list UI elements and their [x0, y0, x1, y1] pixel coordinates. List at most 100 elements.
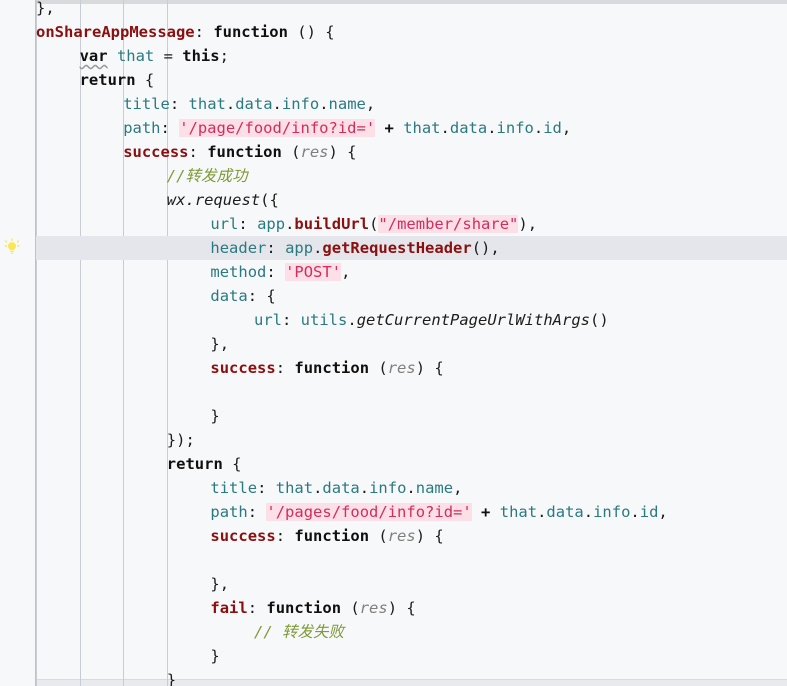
token-param: res — [387, 527, 416, 545]
token-ident: info — [496, 119, 534, 137]
code-line[interactable] — [0, 380, 787, 404]
token-param: res — [387, 359, 416, 377]
code-line[interactable]: } — [0, 404, 787, 428]
code-line[interactable]: method: 'POST', — [0, 260, 787, 284]
code-line[interactable]: return { — [0, 68, 787, 92]
code-line[interactable]: //转发成功 — [0, 164, 787, 188]
code-line[interactable]: fail: function (res) { — [0, 596, 787, 620]
token-ident: that — [499, 503, 538, 521]
token-punct: : — [238, 215, 258, 233]
token-ident: utils — [300, 311, 348, 329]
token-punct: . — [537, 503, 547, 521]
token-punct: : — [266, 239, 286, 257]
token-ident: app — [257, 215, 286, 233]
token-key: title — [123, 95, 170, 113]
token-fnitalic: wx — [166, 191, 186, 209]
token-punct: , — [365, 95, 376, 113]
token-punct: : — [247, 599, 267, 617]
code-editor[interactable]: }, onShareAppMessage: function () {var th… — [0, 0, 787, 686]
token-punct: = — [154, 47, 183, 65]
code-line[interactable]: data: { — [0, 284, 787, 308]
token-op: + — [384, 119, 394, 137]
token-punct: . — [406, 479, 416, 497]
code-line[interactable]: }, — [0, 332, 787, 356]
code-line[interactable]: // 转发失败 — [0, 620, 787, 644]
code-line[interactable]: success: function (res) { — [0, 140, 787, 164]
code-line[interactable]: } — [0, 668, 787, 686]
token-punct: ), — [518, 215, 538, 233]
token-punct: }); — [166, 431, 195, 449]
token-method: getRequestHeader — [322, 239, 472, 257]
token-ident: that — [403, 119, 441, 137]
token-prop: success — [210, 527, 276, 545]
token-str: "/member/share" — [378, 215, 519, 233]
token-fnitalic: getCurrentPageUrlWithArgs — [356, 311, 590, 329]
token-op: + — [481, 503, 491, 521]
token-kw: function — [213, 23, 288, 41]
token-punct: , — [453, 479, 463, 497]
token-prop: onShareAppMessage — [36, 23, 195, 41]
token-punct: : — [247, 503, 267, 521]
token-punct: } — [166, 671, 177, 686]
token-punct: } — [210, 647, 220, 665]
token-key: data — [210, 287, 248, 305]
token-ident: name — [328, 95, 366, 113]
code-line[interactable]: url: app.buildUrl("/member/share"), — [0, 212, 787, 236]
token-punct — [375, 119, 384, 137]
token-punct: ) { — [415, 359, 444, 377]
token-punct: , — [561, 119, 572, 137]
code-line[interactable]: path: '/pages/food/info?id=' + that.data… — [0, 500, 787, 524]
token-ident: name — [415, 479, 454, 497]
token-punct: ( — [369, 215, 379, 233]
code-line[interactable]: url: utils.getCurrentPageUrlWithArgs() — [0, 308, 787, 332]
token-punct: () { — [287, 23, 335, 41]
token-punct: { — [222, 455, 242, 473]
token-prop: fail — [210, 599, 248, 617]
token-kw: this — [182, 47, 220, 65]
token-punct: ; — [219, 47, 229, 65]
token-punct: () — [589, 311, 609, 329]
token-punct — [490, 503, 499, 521]
code-line[interactable]: onShareAppMessage: function () { — [0, 20, 787, 44]
code-line[interactable] — [0, 548, 787, 572]
token-punct: : — [282, 311, 301, 329]
token-punct: ) { — [387, 599, 416, 617]
token-key: url — [254, 311, 282, 329]
code-line[interactable]: }); — [0, 428, 787, 452]
editor-gutter[interactable] — [0, 0, 36, 686]
token-punct: ( — [341, 599, 360, 617]
token-punct: }, — [210, 575, 230, 593]
token-punct: . — [319, 95, 329, 113]
code-line[interactable]: }, — [0, 572, 787, 596]
token-punct: : — [275, 359, 295, 377]
code-line[interactable]: title: that.data.info.name, — [0, 476, 787, 500]
token-punct: . — [285, 215, 295, 233]
token-punct: ( — [369, 527, 388, 545]
code-line[interactable]: title: that.data.info.name, — [0, 92, 787, 116]
token-kw: function — [266, 599, 342, 617]
code-line[interactable]: wx.request({ — [0, 188, 787, 212]
code-line[interactable]: success: function (res) { — [0, 524, 787, 548]
code-line[interactable]: return { — [0, 452, 787, 476]
token-ident: data — [546, 503, 584, 521]
token-ident: id — [639, 503, 659, 521]
code-line[interactable]: header: app.getRequestHeader(), — [0, 236, 787, 260]
token-fnitalic: . — [185, 191, 195, 209]
token-key: url — [210, 215, 239, 233]
token-method: buildUrl — [294, 215, 370, 233]
token-punct — [394, 119, 403, 137]
code-line[interactable]: path: '/page/food/info?id=' + that.data.… — [0, 116, 787, 140]
lightbulb-icon[interactable] — [2, 238, 22, 258]
code-content[interactable]: }, onShareAppMessage: function () {var th… — [0, 0, 787, 686]
code-line[interactable]: }, — [0, 0, 787, 20]
token-punct: . — [225, 95, 236, 113]
token-punct: : — [194, 23, 214, 41]
token-punct: } — [210, 407, 220, 425]
token-punct: . — [630, 503, 640, 521]
token-punct: . — [487, 119, 497, 137]
token-punct — [472, 503, 481, 521]
token-key: header — [210, 239, 267, 257]
code-line[interactable]: var that = this; — [0, 44, 787, 68]
code-line[interactable]: success: function (res) { — [0, 356, 787, 380]
code-line[interactable]: } — [0, 644, 787, 668]
